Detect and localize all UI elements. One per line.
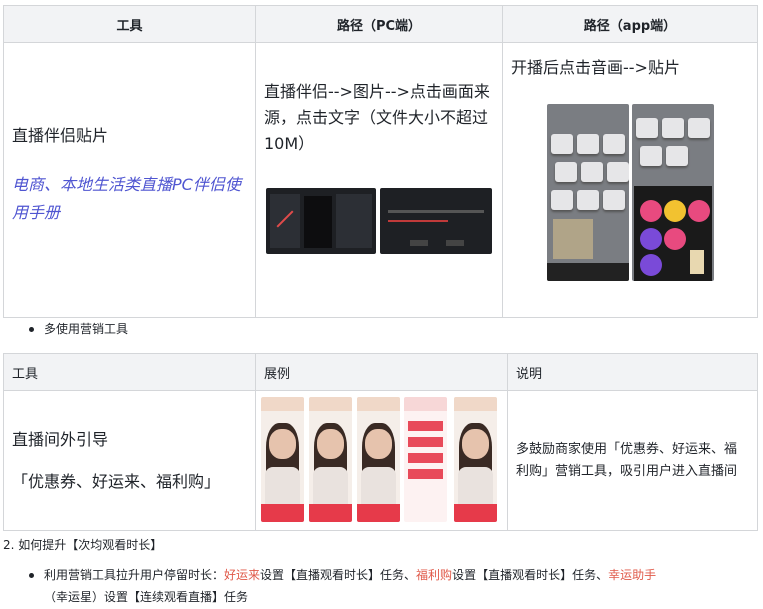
bullet-dot-icon	[29, 327, 34, 332]
section-heading: 2. 如何提升【次均观看时长】	[3, 538, 163, 552]
tool-name-2: 直播间外引导	[12, 429, 109, 449]
bullet-retention: 利用营销工具拉升用户停留时长：好运来设置【直播观看时长】任务、福利购设置【直播观…	[29, 564, 759, 608]
tool-name: 直播伴侣贴片	[12, 126, 109, 145]
header-description: 说明	[507, 353, 758, 391]
pc-path-text: 直播伴侣-->图片-->点击画面来源，点击文字（文件大小不超过10M）	[264, 82, 490, 153]
description-text: 多鼓励商家使用「优惠券、好运来、福利购」营销工具，吸引用户进入直播间	[516, 441, 738, 479]
app-path-cell: 开播后点击音画-->贴片	[502, 42, 758, 318]
tool-sub-2: 「优惠券、好运来、福利购」	[12, 471, 221, 491]
hl-haoyunlai: 好运来	[224, 568, 261, 582]
description-cell: 多鼓励商家使用「优惠券、好运来、福利购」营销工具，吸引用户进入直播间	[507, 390, 758, 531]
header-app-path: 路径（app端）	[502, 5, 758, 43]
hl-xingyunzhushou: 幸运助手	[608, 568, 657, 582]
header-tool-2: 工具	[3, 353, 256, 391]
app-screenshot-1	[547, 104, 629, 281]
tool-cell: 直播伴侣贴片 电商、本地生活类直播PC伴侣使用手册	[3, 42, 256, 318]
example-screenshot	[261, 397, 498, 525]
header-pc-path: 路径（PC端）	[255, 5, 503, 43]
app-path-text: 开播后点击音画-->贴片	[511, 58, 680, 77]
pc-path-cell: 直播伴侣-->图片-->点击画面来源，点击文字（文件大小不超过10M）	[255, 42, 503, 318]
app-screenshot-2	[632, 104, 714, 281]
pc-dialog-screenshot	[380, 188, 492, 254]
header-example: 展例	[255, 353, 508, 391]
hl-fuligou: 福利购	[416, 568, 453, 582]
header-tool: 工具	[3, 5, 256, 43]
bullet-dot-icon	[29, 573, 34, 578]
pc-companion-screenshot	[266, 188, 376, 254]
manual-link[interactable]: 电商、本地生活类直播PC伴侣使用手册	[12, 171, 247, 227]
tool-cell-2: 直播间外引导 「优惠券、好运来、福利购」	[3, 390, 256, 531]
bullet-marketing-tools: 多使用营销工具	[29, 320, 128, 337]
